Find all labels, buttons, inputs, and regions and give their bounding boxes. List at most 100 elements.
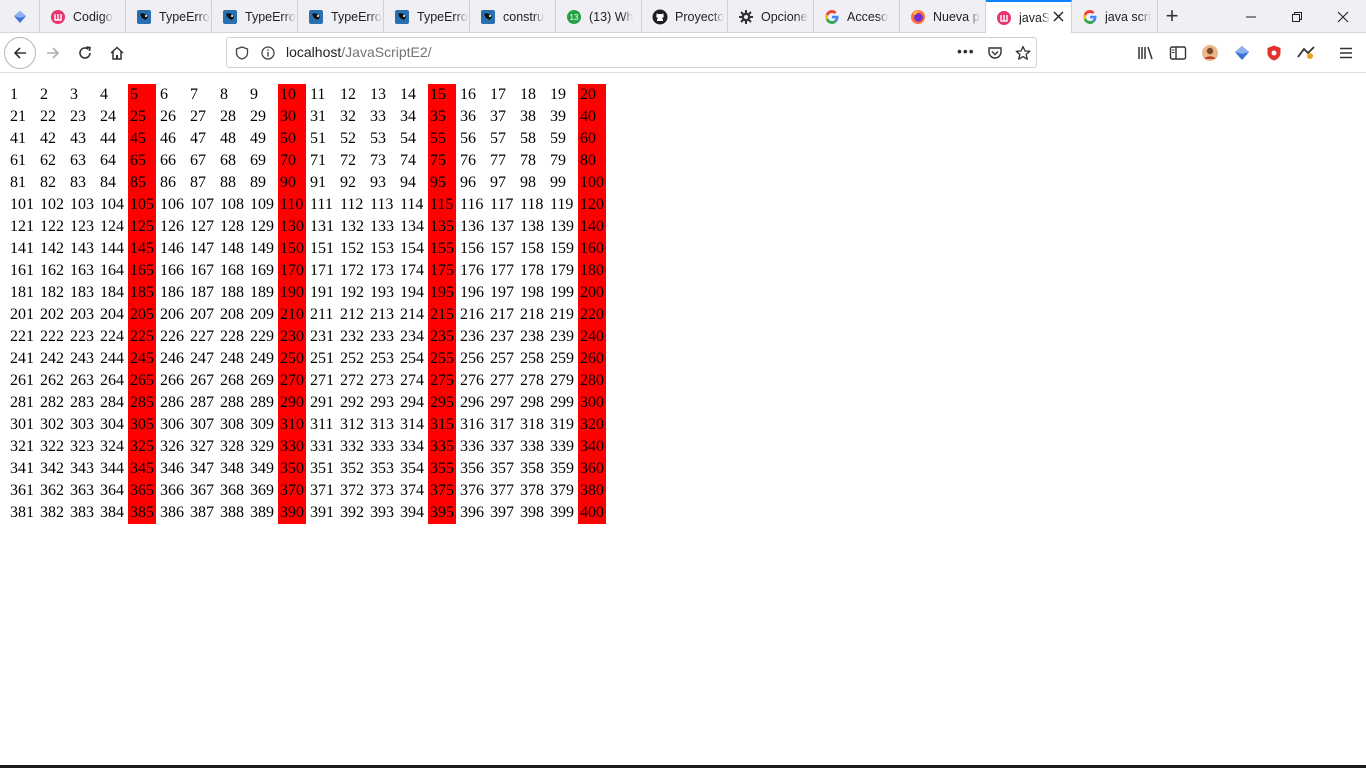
number-cell: 7 (190, 86, 198, 103)
number-cell: 397 (490, 504, 514, 521)
pocket-icon[interactable] (987, 45, 1003, 61)
reload-button[interactable] (70, 38, 100, 68)
number-cell: 49 (250, 130, 266, 147)
stack-icon (222, 9, 238, 25)
new-tab-button[interactable]: + (1160, 5, 1184, 29)
number-cell: 96 (460, 174, 476, 191)
number-cell: 323 (70, 438, 94, 455)
number-cell: 219 (550, 306, 574, 323)
extension-shield-icon[interactable] (1232, 43, 1252, 63)
bookmark-star-icon[interactable] (1015, 45, 1031, 61)
number-cell: 303 (70, 416, 94, 433)
tab-1[interactable]: TypeErro (126, 0, 212, 33)
highlighted-number-cell: 330 (278, 436, 306, 458)
tab-10[interactable]: Nueva p (900, 0, 986, 33)
number-cell: 132 (340, 218, 364, 235)
tab-2[interactable]: TypeErro (212, 0, 298, 33)
highlighted-number-cell: 25 (128, 106, 156, 128)
number-cell: 322 (40, 438, 64, 455)
tab-label: javaS (1019, 11, 1051, 25)
number-cell: 36 (460, 108, 476, 125)
brave-shield-icon[interactable] (1264, 43, 1284, 63)
number-cell: 368 (220, 482, 244, 499)
number-cell: 314 (400, 416, 424, 433)
number-cell: 89 (250, 174, 266, 191)
number-cell: 179 (550, 262, 574, 279)
number-cell: 254 (400, 350, 424, 367)
number-cell: 293 (370, 394, 394, 411)
number-cell: 311 (310, 416, 334, 433)
minimize-button[interactable] (1228, 0, 1274, 33)
home-button[interactable] (102, 38, 132, 68)
tab-7[interactable]: Proyecto (642, 0, 728, 33)
sidebar-icon[interactable] (1168, 43, 1188, 63)
home-icon (110, 46, 124, 60)
arrow-right-icon (47, 47, 60, 59)
number-cell: 278 (520, 372, 544, 389)
livecode-icon (996, 10, 1012, 26)
tab-3[interactable]: TypeErro (298, 0, 384, 33)
highlighted-number-cell: 310 (278, 414, 306, 436)
number-cell: 192 (340, 284, 364, 301)
restore-button[interactable] (1274, 0, 1320, 33)
page-actions-button[interactable]: ••• (957, 43, 975, 59)
number-cell: 23 (70, 108, 86, 125)
number-cell: 153 (370, 240, 394, 257)
number-cell: 273 (370, 372, 394, 389)
highlighted-number-cell: 260 (578, 348, 606, 370)
site-info-icon[interactable] (260, 45, 276, 61)
tab-9[interactable]: Acceso (814, 0, 900, 33)
highlighted-number-cell: 125 (128, 216, 156, 238)
highlighted-number-cell: 385 (128, 502, 156, 524)
tracking-protection-icon[interactable] (234, 45, 250, 61)
close-tab-icon[interactable] (1053, 11, 1064, 25)
number-cell: 374 (400, 482, 424, 499)
highlighted-number-cell: 115 (428, 194, 456, 216)
highlighted-number-cell: 235 (428, 326, 456, 348)
number-cell: 343 (70, 460, 94, 477)
highlighted-number-cell: 160 (578, 238, 606, 260)
hamburger-menu-icon[interactable] (1336, 43, 1356, 63)
url-text[interactable]: localhost/JavaScriptE2/ (286, 44, 432, 60)
url-bar[interactable]: localhost/JavaScriptE2/ ••• (226, 37, 1037, 68)
number-cell: 121 (10, 218, 34, 235)
number-cell: 269 (250, 372, 274, 389)
highlighted-number-cell: 335 (428, 436, 456, 458)
tab-6[interactable]: 13 (13) Wh (556, 0, 642, 33)
number-cell: 236 (460, 328, 484, 345)
number-cell: 77 (490, 152, 506, 169)
pinned-tab[interactable] (0, 0, 40, 33)
library-icon[interactable] (1136, 43, 1156, 63)
tab-12[interactable]: java scri (1072, 0, 1158, 33)
number-cell: 267 (190, 372, 214, 389)
tab-0[interactable]: Codigo (40, 0, 126, 33)
number-cell: 126 (160, 218, 184, 235)
number-cell: 158 (520, 240, 544, 257)
whatsapp-icon: 13 (566, 9, 582, 25)
extension-icon[interactable] (1296, 43, 1316, 63)
number-cell: 196 (460, 284, 484, 301)
back-button[interactable] (4, 37, 36, 69)
account-avatar-icon[interactable] (1200, 43, 1220, 63)
number-cell: 313 (370, 416, 394, 433)
number-cell: 354 (400, 460, 424, 477)
forward-button[interactable] (38, 38, 68, 68)
tab-11[interactable]: javaS (986, 0, 1072, 34)
number-cell: 281 (10, 394, 34, 411)
tab-label: Nueva p (933, 9, 980, 24)
number-cell: 27 (190, 108, 206, 125)
number-cell: 82 (40, 174, 56, 191)
number-cell: 387 (190, 504, 214, 521)
tab-5[interactable]: constru (470, 0, 556, 33)
highlighted-number-cell: 225 (128, 326, 156, 348)
tab-4[interactable]: TypeErro (384, 0, 470, 33)
number-cell: 198 (520, 284, 544, 301)
highlighted-number-cell: 145 (128, 238, 156, 260)
number-cell: 124 (100, 218, 124, 235)
number-cell: 146 (160, 240, 184, 257)
number-cell: 111 (310, 196, 333, 213)
close-window-button[interactable] (1320, 0, 1366, 33)
highlighted-number-cell: 30 (278, 106, 306, 128)
highlighted-number-cell: 255 (428, 348, 456, 370)
tab-8[interactable]: Opcione (728, 0, 814, 33)
